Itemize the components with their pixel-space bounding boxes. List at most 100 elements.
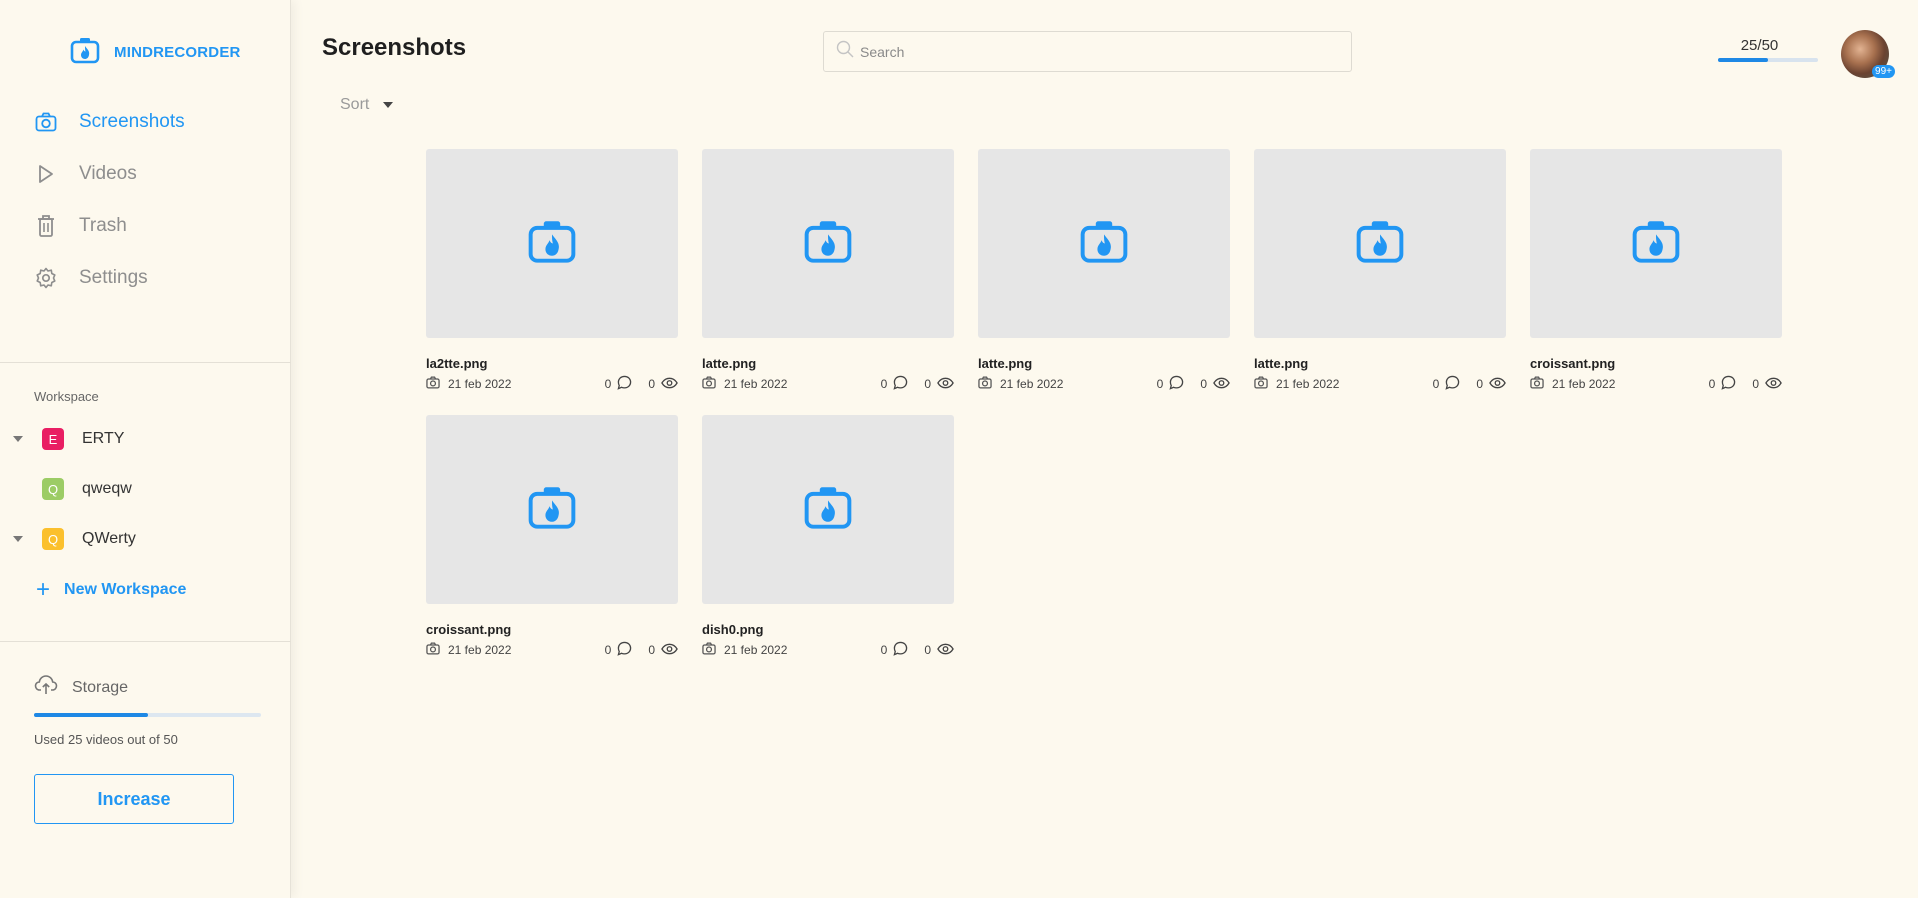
search-icon [836, 40, 854, 63]
file-name[interactable]: latte.png [702, 356, 954, 371]
storage-usage-text: Used 25 videos out of 50 [34, 732, 178, 747]
file-name[interactable]: latte.png [1254, 356, 1506, 371]
camera-icon [426, 376, 440, 392]
screenshot-thumbnail[interactable] [426, 415, 678, 604]
file-date: 21 feb 2022 [1276, 377, 1340, 391]
file-name[interactable]: dish0.png [702, 622, 954, 637]
file-stats: 0 0 [881, 641, 954, 659]
file-stats: 0 0 [881, 375, 954, 393]
screenshot-card[interactable]: croissant.png 21 feb 2022 0 0 [1530, 149, 1782, 393]
file-name[interactable]: croissant.png [1530, 356, 1782, 371]
camera-icon [702, 642, 716, 658]
view-count: 0 [648, 377, 655, 391]
brand-logo[interactable]: MINDRECORDER [70, 36, 241, 69]
storage-progress-bar [34, 713, 261, 717]
file-name[interactable]: latte.png [978, 356, 1230, 371]
storage-header: Storage [34, 674, 128, 701]
workspace-label: qweqw [82, 480, 132, 497]
file-meta: 21 feb 2022 0 0 [426, 641, 678, 659]
screenshot-thumbnail[interactable] [1530, 149, 1782, 338]
comment-icon[interactable] [617, 375, 632, 393]
trash-icon [33, 213, 59, 239]
search-input[interactable] [860, 43, 1340, 60]
screenshot-card[interactable]: la2tte.png 21 feb 2022 0 0 [426, 149, 678, 393]
screenshot-thumbnail[interactable] [426, 149, 678, 338]
workspace-badge: E [42, 428, 64, 450]
flame-camera-icon [1630, 218, 1682, 269]
nav-label: Trash [79, 215, 127, 236]
increase-button[interactable]: Increase [34, 774, 234, 824]
workspace-item-qwerty[interactable]: Q QWerty [0, 514, 291, 564]
nav-label: Screenshots [79, 111, 185, 132]
view-count: 0 [1752, 377, 1759, 391]
comment-count: 0 [880, 643, 888, 657]
brand-name: MINDRECORDER [114, 44, 241, 61]
flame-camera-icon [526, 484, 578, 535]
sidebar-divider [0, 362, 291, 363]
screenshot-card[interactable]: latte.png 21 feb 2022 0 0 [978, 149, 1230, 393]
flame-camera-icon [1078, 218, 1130, 269]
notification-badge: 99+ [1872, 65, 1895, 78]
camera-icon [1530, 376, 1544, 392]
nav-item-videos[interactable]: Videos [0, 148, 291, 200]
screenshot-thumbnail[interactable] [978, 149, 1230, 338]
play-icon [33, 161, 59, 187]
comment-count: 0 [1156, 377, 1164, 391]
quota-progress-fill [1718, 58, 1768, 62]
workspace-item-erty[interactable]: E ERTY [0, 414, 291, 464]
screenshot-card[interactable]: croissant.png 21 feb 2022 0 0 [426, 415, 678, 659]
quota-text: 25/50 [1740, 37, 1779, 54]
new-workspace-button[interactable]: + New Workspace [36, 578, 186, 602]
eye-icon[interactable] [937, 643, 954, 658]
file-name[interactable]: croissant.png [426, 622, 678, 637]
workspace-badge: Q [42, 528, 64, 550]
file-stats: 0 0 [1709, 375, 1782, 393]
comment-icon[interactable] [1169, 375, 1184, 393]
nav-item-trash[interactable]: Trash [0, 200, 291, 252]
camera-icon [978, 376, 992, 392]
caret-down-icon[interactable] [13, 536, 23, 542]
file-meta: 21 feb 2022 0 0 [426, 375, 678, 393]
sort-dropdown[interactable]: Sort [340, 96, 394, 114]
nav-label: Settings [79, 267, 148, 288]
eye-icon[interactable] [661, 643, 678, 658]
screenshot-card[interactable]: latte.png 21 feb 2022 0 0 [1254, 149, 1506, 393]
eye-icon[interactable] [1765, 377, 1782, 392]
file-name[interactable]: la2tte.png [426, 356, 678, 371]
eye-icon[interactable] [661, 377, 678, 392]
file-date-group: 21 feb 2022 [426, 642, 511, 658]
camera-icon [1254, 376, 1268, 392]
workspace-item-qweqw[interactable]: Q qweqw [0, 464, 291, 514]
eye-icon[interactable] [1489, 377, 1506, 392]
flame-camera-icon [802, 484, 854, 535]
sort-label: Sort [340, 96, 370, 113]
comment-icon[interactable] [617, 641, 632, 659]
file-date-group: 21 feb 2022 [426, 376, 511, 392]
screenshot-thumbnail[interactable] [1254, 149, 1506, 338]
caret-down-icon[interactable] [13, 436, 23, 442]
new-workspace-label: New Workspace [64, 581, 187, 598]
nav-item-settings[interactable]: Settings [0, 252, 291, 304]
comment-icon[interactable] [1721, 375, 1736, 393]
storage-progress-fill [34, 713, 148, 717]
screenshot-thumbnail[interactable] [702, 415, 954, 604]
workspace-list: E ERTY Q qweqw Q QWerty [0, 414, 291, 564]
eye-icon[interactable] [1213, 377, 1230, 392]
comment-icon[interactable] [893, 375, 908, 393]
file-meta: 21 feb 2022 0 0 [1530, 375, 1782, 393]
file-stats: 0 0 [605, 375, 678, 393]
avatar[interactable]: 99+ [1841, 30, 1895, 78]
file-meta: 21 feb 2022 0 0 [978, 375, 1230, 393]
workspace-label: ERTY [82, 430, 125, 447]
comment-icon[interactable] [893, 641, 908, 659]
eye-icon[interactable] [937, 377, 954, 392]
nav-item-screenshots[interactable]: Screenshots [0, 96, 291, 148]
screenshot-thumbnail[interactable] [702, 149, 954, 338]
comment-icon[interactable] [1445, 375, 1460, 393]
search-box[interactable] [823, 31, 1352, 72]
screenshot-card[interactable]: dish0.png 21 feb 2022 0 0 [702, 415, 954, 659]
view-count: 0 [648, 643, 655, 657]
gear-icon [33, 265, 59, 291]
comment-count: 0 [604, 643, 612, 657]
screenshot-card[interactable]: latte.png 21 feb 2022 0 0 [702, 149, 954, 393]
